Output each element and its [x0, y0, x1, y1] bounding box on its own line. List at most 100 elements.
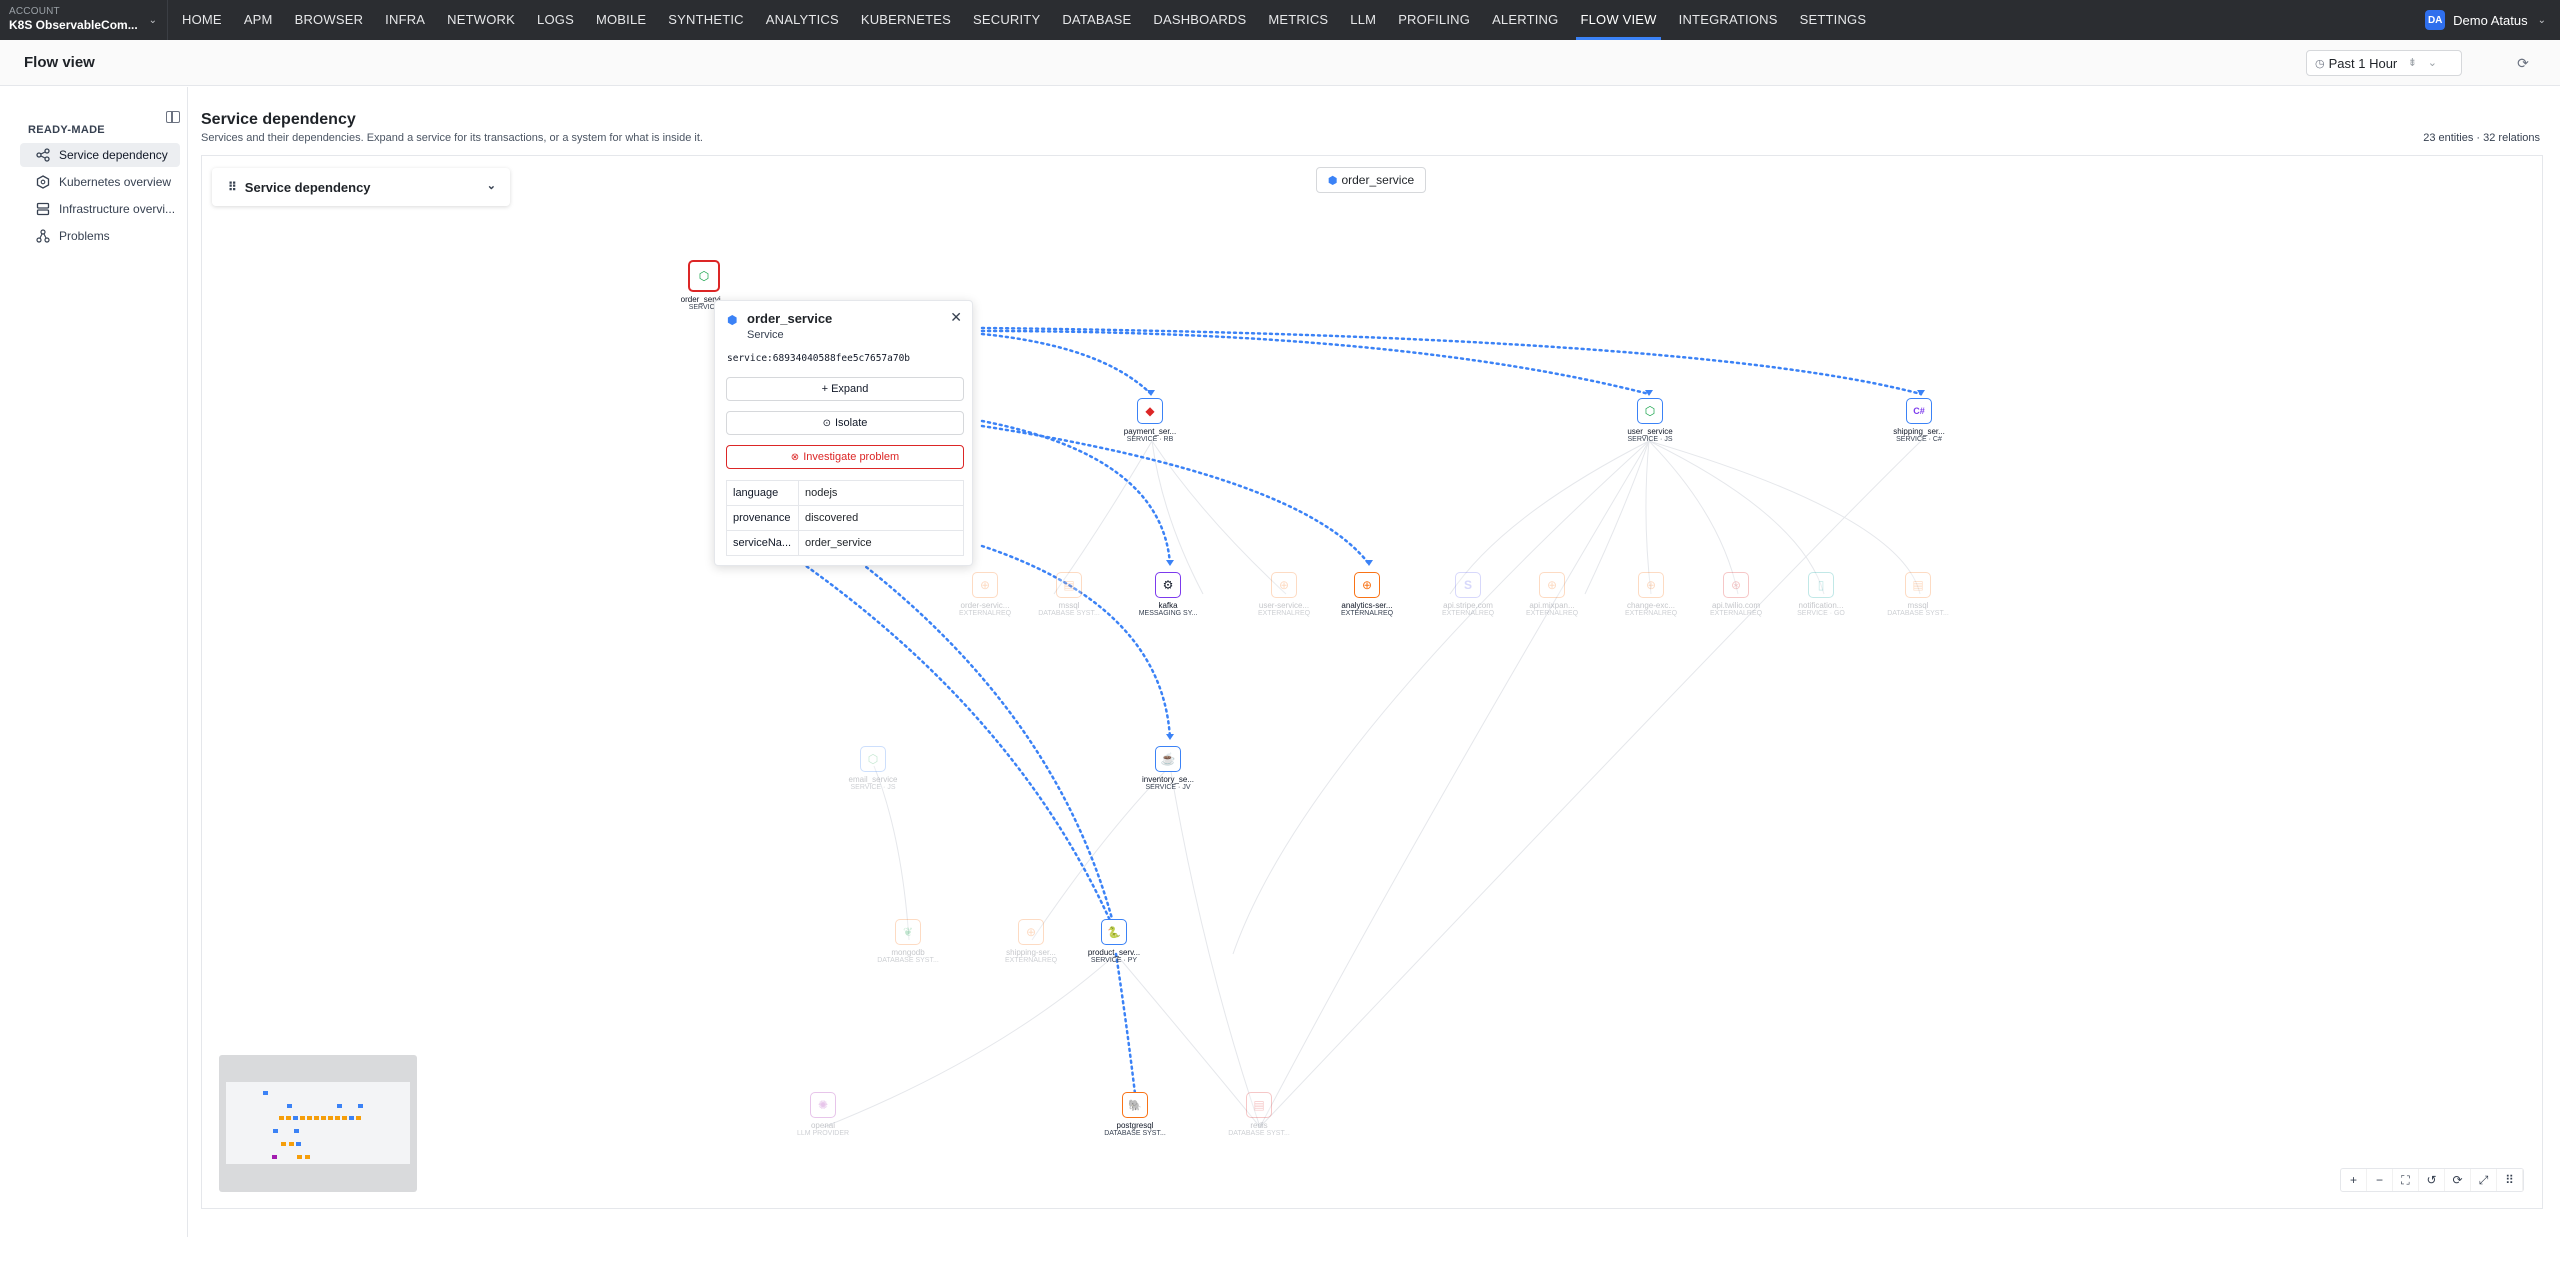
problems-icon	[36, 229, 50, 243]
service-icon: ⬢	[1327, 174, 1338, 187]
minimap-node	[358, 1104, 363, 1108]
nav-metrics[interactable]: METRICS	[1268, 0, 1328, 40]
minimap-node	[307, 1116, 312, 1120]
isolate-button[interactable]: ⊙ Isolate	[726, 411, 964, 435]
nav-synthetic[interactable]: SYNTHETIC	[668, 0, 743, 40]
property-value: order_service	[798, 530, 964, 556]
refresh-icon[interactable]: ⟳	[2512, 51, 2534, 75]
nav-kubernetes[interactable]: KUBERNETES	[861, 0, 951, 40]
sidebar-item-infrastructure-overview[interactable]: Infrastructure overvi...	[20, 197, 180, 221]
node-name: postgresql	[1116, 1121, 1154, 1130]
nav-database[interactable]: DATABASE	[1062, 0, 1131, 40]
node-icon: ⊕	[1271, 572, 1297, 598]
nav-alerting[interactable]: ALERTING	[1492, 0, 1558, 40]
sidebar-item-label: Problems	[59, 229, 110, 243]
minimap[interactable]	[219, 1055, 417, 1192]
minimap-node	[279, 1116, 284, 1120]
popover-title: order_service	[747, 311, 833, 326]
chevron-down-icon: ⌄	[486, 180, 496, 192]
edge-arrows	[1112, 390, 1925, 1104]
node-mongodb[interactable]: ❦ mongodb DATABASE SYST...	[858, 919, 958, 964]
table-row: provenance discovered	[726, 505, 964, 531]
node-name: inventory_se...	[1141, 775, 1195, 784]
refresh-layout-icon[interactable]: ⟳	[2445, 1169, 2471, 1191]
nav-logs[interactable]: LOGS	[537, 0, 574, 40]
nav-integrations[interactable]: INTEGRATIONS	[1679, 0, 1778, 40]
chevron-down-icon: ⌄	[148, 15, 157, 26]
sidebar-item-problems[interactable]: Problems	[20, 224, 180, 248]
node-icon: ▯	[1808, 572, 1834, 598]
node-type: LLM PROVIDER	[796, 1130, 850, 1137]
isolate-label: Isolate	[834, 417, 868, 429]
close-icon[interactable]: ✕	[950, 309, 962, 326]
reset-icon[interactable]: ↺	[2419, 1169, 2445, 1191]
node-api-mixpanel[interactable]: ⊕ api.mixpan... EXTERNALREQ	[1502, 572, 1602, 617]
minimap-node	[328, 1116, 333, 1120]
nav-network[interactable]: NETWORK	[447, 0, 515, 40]
node-icon: ⬡	[1637, 398, 1663, 424]
nav-profiling[interactable]: PROFILING	[1398, 0, 1470, 40]
account-switcher[interactable]: ACCOUNT K8S ObservableCom... ⌄	[0, 0, 168, 40]
node-postgresql[interactable]: 🐘 postgresql DATABASE SYST...	[1085, 1092, 1185, 1137]
nav-security[interactable]: SECURITY	[973, 0, 1040, 40]
focus-entity-pill[interactable]: ⬢ order_service	[1316, 167, 1426, 193]
minimap-node	[356, 1116, 361, 1120]
node-type: DATABASE SYST...	[1228, 1130, 1290, 1137]
fullscreen-icon[interactable]: ⤢	[2471, 1169, 2497, 1191]
nav-flow-view[interactable]: FLOW VIEW	[1576, 0, 1661, 40]
nav-settings[interactable]: SETTINGS	[1800, 0, 1867, 40]
collapse-sidebar-icon[interactable]	[166, 111, 180, 123]
node-icon: ⚙	[1155, 572, 1181, 598]
expand-button[interactable]: + Expand	[726, 377, 964, 401]
zoom-in-icon[interactable]: +	[2341, 1169, 2367, 1191]
node-openai[interactable]: ✺ openai LLM PROVIDER	[773, 1092, 873, 1137]
node-mssql[interactable]: ▤ mssql DATABASE SYST...	[1019, 572, 1119, 617]
sidebar-item-label: Infrastructure overvi...	[59, 202, 176, 216]
sidebar-item-kubernetes-overview[interactable]: Kubernetes overview	[20, 170, 180, 194]
minimap-node	[349, 1116, 354, 1120]
pin-icon[interactable]: ⇟	[2408, 56, 2417, 69]
sidebar-item-service-dependency[interactable]: Service dependency	[20, 143, 180, 167]
node-type: SERVICE · JV	[1145, 784, 1191, 791]
nav-analytics[interactable]: ANALYTICS	[766, 0, 839, 40]
node-icon: ⬡	[860, 746, 886, 772]
node-inventory-service[interactable]: ☕ inventory_se... SERVICE · JV	[1118, 746, 1218, 791]
zoom-out-icon[interactable]: −	[2367, 1169, 2393, 1191]
node-shipping-service-ext[interactable]: ⊕ shipping-ser... EXTERNALREQ	[981, 919, 1081, 964]
node-type: EXTERNALREQ	[1004, 957, 1058, 964]
node-name: user_service	[1627, 427, 1673, 436]
sidebar: READY-MADE Service dependency Kubernetes…	[0, 87, 188, 1237]
table-row: serviceNa... order_service	[726, 530, 964, 556]
node-email-service[interactable]: ⬡ email_service SERVICE · JS	[823, 746, 923, 791]
flow-canvas[interactable]	[201, 155, 2543, 1209]
nav-dashboards[interactable]: DASHBOARDS	[1153, 0, 1246, 40]
minimap-node	[335, 1116, 340, 1120]
node-shipping-service[interactable]: C# shipping_ser... SERVICE · C#	[1869, 398, 1969, 443]
nav-apm[interactable]: APM	[244, 0, 273, 40]
user-menu[interactable]: DA Demo Atatus ⌄	[2425, 0, 2546, 40]
chevron-down-icon[interactable]: ⌄	[2428, 56, 2437, 69]
node-mssql-2[interactable]: ▤ mssql DATABASE SYST...	[1868, 572, 1968, 617]
grid-toggle-icon[interactable]: ⠿	[2497, 1169, 2523, 1191]
nav-browser[interactable]: BROWSER	[295, 0, 364, 40]
grid-icon: ⠿	[228, 180, 237, 194]
minimap-node	[337, 1104, 342, 1108]
nav-llm[interactable]: LLM	[1350, 0, 1376, 40]
time-range-picker[interactable]: ◷ Past 1 Hour ⇟ ⌄	[2306, 50, 2462, 76]
sidebar-section-title: READY-MADE	[28, 124, 105, 136]
node-kafka[interactable]: ⚙ kafka MESSAGING SY...	[1118, 572, 1218, 617]
nav-home[interactable]: HOME	[182, 0, 222, 40]
node-notification-service[interactable]: ▯ notification... SERVICE · GO	[1771, 572, 1871, 617]
view-selector[interactable]: ⠿ Service dependency ⌄	[212, 168, 510, 206]
node-user-service-ext[interactable]: ⊕ user-service... EXTERNALREQ	[1234, 572, 1334, 617]
node-payment-service[interactable]: ◆ payment_ser... SERVICE · RB	[1100, 398, 1200, 443]
investigate-problem-button[interactable]: ⊗ Investigate problem	[726, 445, 964, 469]
nav-infra[interactable]: INFRA	[385, 0, 425, 40]
node-user-service[interactable]: ⬡ user_service SERVICE · JS	[1600, 398, 1700, 443]
minimap-viewport[interactable]	[226, 1082, 410, 1164]
node-name: user-service...	[1258, 601, 1310, 610]
fit-view-icon[interactable]: ⛶	[2393, 1169, 2419, 1191]
nav-mobile[interactable]: MOBILE	[596, 0, 646, 40]
node-redis[interactable]: ▤ redis DATABASE SYST...	[1209, 1092, 1309, 1137]
property-key: serviceNa...	[726, 530, 799, 556]
